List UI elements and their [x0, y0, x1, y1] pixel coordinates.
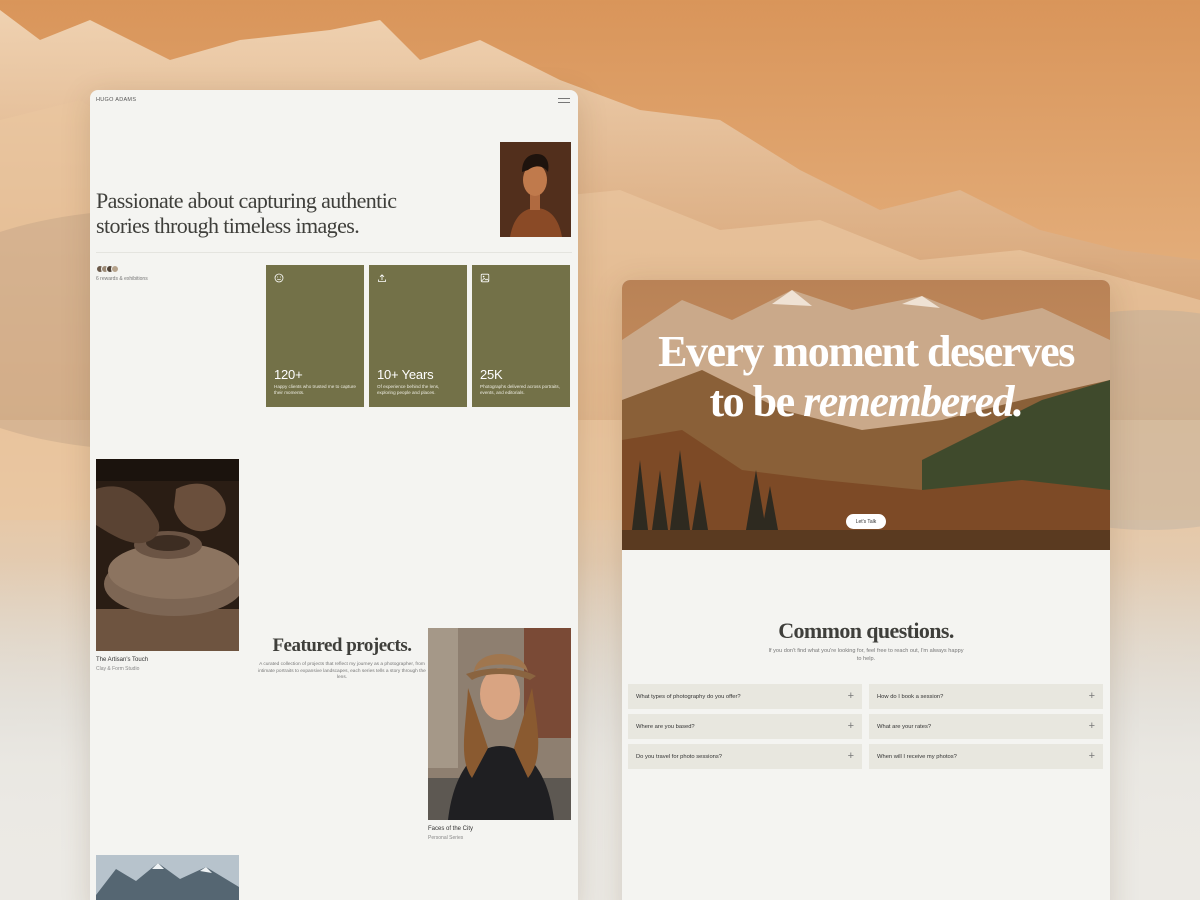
hero-valley-image: Every moment deserves to be remembered. …: [622, 280, 1110, 550]
cta-headline-line1: Every moment deserves: [658, 327, 1075, 376]
plus-icon[interactable]: +: [848, 691, 854, 702]
section-divider: [96, 252, 572, 253]
plus-icon[interactable]: +: [848, 721, 854, 732]
plus-icon[interactable]: +: [1089, 721, 1095, 732]
cta-faq-panel: Every moment deserves to be remembered. …: [622, 280, 1110, 900]
brand-logo[interactable]: HUGO ADAMS: [96, 97, 136, 103]
project-image-landscape[interactable]: [96, 855, 239, 900]
faq-question: What types of photography do you offer?: [636, 693, 741, 700]
faq-question: Where are you based?: [636, 723, 695, 730]
stat-card-clients: 120+ Happy clients who trusted me to cap…: [266, 265, 364, 407]
stat-number: 10+ Years: [377, 367, 434, 382]
stat-description: Photographs delivered across portraits, …: [480, 384, 560, 396]
stat-number: 25K: [480, 367, 503, 382]
stat-number: 120+: [274, 367, 303, 382]
stat-card-experience: 10+ Years Of experience behind the lens,…: [369, 265, 467, 407]
faq-item[interactable]: When will I receive my photos? +: [869, 744, 1103, 769]
faq-question: What are your rates?: [877, 723, 932, 730]
project-title[interactable]: Faces of the City: [428, 826, 473, 832]
stat-description: Of experience behind the lens, exploring…: [377, 384, 440, 396]
lets-talk-button[interactable]: Let's Talk: [846, 514, 886, 529]
menu-icon[interactable]: [558, 98, 570, 103]
portrait-photo: [500, 142, 571, 237]
plus-icon[interactable]: +: [1089, 691, 1095, 702]
stat-card-photographs: 25K Photographs delivered across portrai…: [472, 265, 570, 407]
faq-question: Do you travel for photo sessions?: [636, 753, 723, 760]
project-subtitle: Personal Series: [428, 835, 464, 841]
faq-question: How do I book a session?: [877, 693, 944, 700]
portfolio-home-panel: HUGO ADAMS Passionate about capturing au…: [90, 90, 578, 900]
project-subtitle: Clay & Form Studio: [96, 666, 140, 672]
featured-description: A curated collection of projects that re…: [258, 662, 426, 681]
project-title[interactable]: The Artisan's Touch: [96, 657, 148, 663]
cta-headline-italic: remembered.: [803, 377, 1024, 426]
project-image-faces-city[interactable]: [428, 628, 571, 820]
cta-headline-line2: to be: [709, 377, 804, 426]
plus-icon[interactable]: +: [1089, 751, 1095, 762]
avatar: [111, 265, 119, 273]
featured-heading: Featured projects.: [272, 635, 412, 656]
faq-item[interactable]: Where are you based? +: [628, 714, 862, 739]
project-image-artisan[interactable]: [96, 459, 239, 651]
hero-title: Passionate about capturing authentic sto…: [96, 188, 397, 238]
client-avatars: [96, 265, 126, 273]
faq-item[interactable]: What types of photography do you offer? …: [628, 684, 862, 709]
faq-question: When will I receive my photos?: [877, 753, 957, 760]
faq-heading: Common questions.: [778, 618, 954, 643]
faq-item[interactable]: What are your rates? +: [869, 714, 1103, 739]
smile-icon: [274, 273, 284, 283]
faq-item[interactable]: How do I book a session? +: [869, 684, 1103, 709]
image-icon: [480, 273, 490, 283]
cta-headline: Every moment deserves to be remembered.: [622, 327, 1110, 427]
faq-item[interactable]: Do you travel for photo sessions? +: [628, 744, 862, 769]
rewards-text: 6 rewards & exhibitions: [96, 276, 148, 282]
faq-subtitle: If you don't find what you're looking fo…: [768, 648, 964, 662]
upload-icon: [378, 274, 386, 282]
stat-description: Happy clients who trusted me to capture …: [274, 384, 356, 396]
plus-icon[interactable]: +: [848, 751, 854, 762]
